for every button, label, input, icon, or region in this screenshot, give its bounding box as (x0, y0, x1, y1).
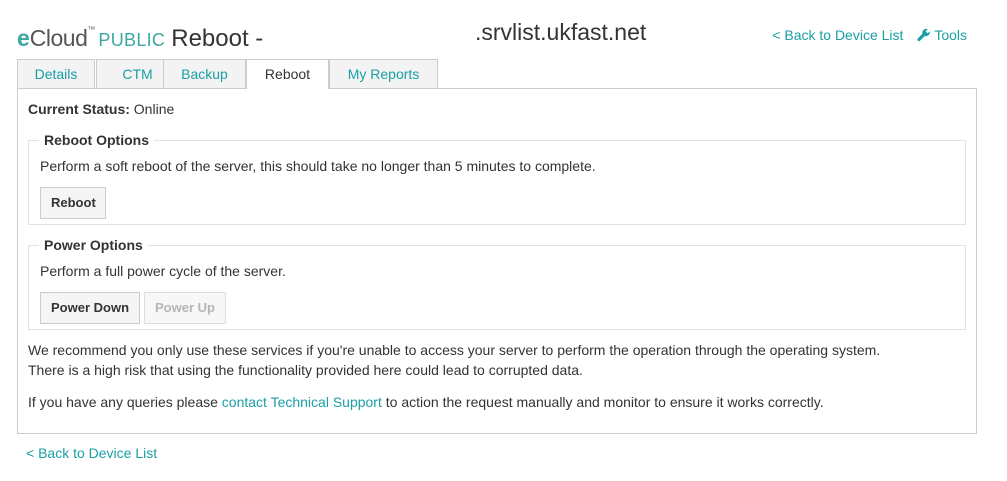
warning-line-1: We recommend you only use these services… (28, 342, 881, 358)
power-options-legend: Power Options (39, 236, 148, 254)
reboot-options-group: Reboot Options Perform a soft reboot of … (28, 131, 966, 225)
power-options-group: Power Options Perform a full power cycle… (28, 236, 966, 330)
brand-logo-public: PUBLIC (98, 30, 166, 50)
page-title: Reboot - (171, 25, 264, 52)
tab-my-reports[interactable]: My Reports (329, 59, 438, 88)
power-up-button[interactable]: Power Up (144, 292, 226, 324)
header-links: < Back to Device List Tools (772, 27, 967, 45)
server-hostname: .srvlist.ukfast.net (475, 19, 647, 45)
current-status: Current Status: Online (28, 101, 174, 117)
footer-back-to-device-list-link[interactable]: < Back to Device List (26, 445, 157, 461)
reboot-options-description: Perform a soft reboot of the server, thi… (40, 158, 596, 174)
tab-details[interactable]: Details (17, 59, 95, 88)
tab-backup[interactable]: Backup (163, 59, 246, 88)
brand-logo: eCloud™PUBLIC Reboot - (17, 16, 263, 54)
reboot-options-legend: Reboot Options (39, 131, 154, 149)
footer-links: < Back to Device List (26, 445, 157, 461)
brand-logo-cloud: Cloud (29, 25, 88, 51)
power-options-description: Perform a full power cycle of the server… (40, 263, 286, 279)
power-down-button[interactable]: Power Down (40, 292, 140, 324)
reboot-button[interactable]: Reboot (40, 187, 106, 219)
brand-logo-e: e (17, 25, 30, 51)
contact-support-link[interactable]: contact Technical Support (222, 394, 382, 410)
tools-link[interactable]: Tools (917, 27, 967, 43)
queries-suffix: to action the request manually and monit… (381, 394, 824, 410)
page-header: eCloud™PUBLIC Reboot - .srvlist.ukfast.ne… (17, 14, 977, 52)
status-value: Online (133, 101, 175, 117)
back-to-device-list-link[interactable]: < Back to Device List (772, 27, 903, 43)
queries-note: If you have any queries please contact T… (28, 392, 824, 412)
status-label: Current Status: (28, 101, 130, 117)
reboot-panel: Current Status: Online Reboot Options Pe… (17, 88, 977, 434)
tools-link-label: Tools (934, 27, 967, 43)
wrench-icon (917, 28, 931, 45)
tab-reboot[interactable]: Reboot (246, 59, 329, 89)
brand-logo-tm: ™ (87, 25, 96, 34)
queries-prefix: If you have any queries please (28, 394, 222, 410)
warning-line-2: There is a high risk that using the func… (28, 362, 583, 378)
warning-note: We recommend you only use these services… (28, 340, 880, 380)
